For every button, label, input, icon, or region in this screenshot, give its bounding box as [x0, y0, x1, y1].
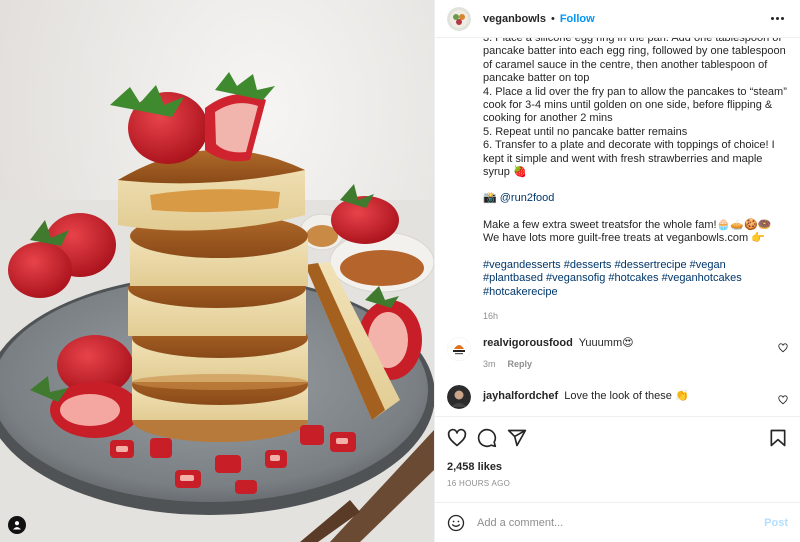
like-count[interactable]: 2,458 likes — [447, 461, 788, 473]
follow-button[interactable]: Follow — [560, 13, 595, 25]
post-header: veganbowls • Follow — [435, 0, 800, 38]
more-dot — [776, 17, 779, 20]
profile-photo-icon — [447, 384, 471, 409]
bookmark-icon[interactable] — [768, 428, 788, 448]
brand-logo-icon — [447, 336, 471, 361]
author-avatar[interactable] — [447, 6, 471, 31]
person-icon — [13, 521, 21, 530]
credit-mention-link[interactable]: @run2food — [500, 192, 555, 204]
comment-body: realvigorousfood Yuuumm😍 3m Reply — [483, 337, 788, 371]
comment-username[interactable]: jayhalfordchef — [483, 390, 558, 402]
post-comment-button[interactable]: Post — [764, 517, 788, 529]
post-actions: 2,458 likes 16 HOURS AGO — [435, 416, 800, 488]
post-time-ago[interactable]: 16 HOURS AGO — [447, 479, 788, 488]
comment-item: realvigorousfood Yuuumm😍 3m Reply — [447, 336, 788, 371]
comment-time[interactable]: 3m — [483, 358, 496, 371]
comment-composer: Post — [435, 502, 800, 542]
post-photo[interactable] — [0, 0, 434, 542]
heart-icon[interactable] — [447, 428, 467, 448]
author-username[interactable]: veganbowls — [483, 13, 546, 25]
veganbowls-avatar-icon — [447, 6, 471, 31]
caption-timestamp[interactable]: 16h — [447, 311, 788, 321]
comment-icon[interactable] — [477, 428, 497, 448]
comment-meta: 3m Reply — [483, 358, 788, 371]
reply-button[interactable]: Reply — [508, 358, 533, 371]
photo-credit: 📸 @run2food — [483, 192, 788, 205]
more-dot — [771, 17, 774, 20]
comment-like-heart-icon[interactable] — [778, 343, 788, 353]
comment-input[interactable] — [477, 516, 765, 529]
comment-text: Yuuumm😍 — [578, 336, 634, 349]
caption-step-6: 6. Transfer to a plate and decorate with… — [483, 139, 775, 179]
promo-text: Make a few extra sweet treatsfor the who… — [483, 218, 772, 245]
action-icons-row — [447, 425, 788, 451]
commenter-avatar[interactable] — [447, 336, 471, 361]
camera-emoji: 📸 — [483, 192, 497, 205]
separator-dot: • — [550, 12, 555, 25]
commenter-avatar[interactable] — [447, 384, 471, 409]
comment-item: jayhalfordchef Love the look of these 👏 — [447, 384, 788, 409]
more-options-button[interactable] — [767, 13, 788, 24]
pancake-stack-image — [0, 0, 434, 542]
comment-text: Love the look of these 👏 — [564, 389, 689, 402]
comment-body: jayhalfordchef Love the look of these 👏 — [483, 385, 788, 403]
comment-username[interactable]: realvigorousfood — [483, 337, 573, 349]
tagged-users-button[interactable] — [8, 516, 26, 534]
caption-step-5: 5. Repeat until no pancake batter remain… — [483, 125, 688, 138]
comment-like-heart-icon[interactable] — [778, 395, 788, 405]
post-caption: 3. Place a silicone egg ring in the pan.… — [447, 38, 788, 299]
hashtags-links[interactable]: #vegandesserts #desserts #dessertrecipe … — [483, 259, 788, 299]
share-icon[interactable] — [507, 428, 527, 448]
caption-step-4: 4. Place a lid over the fry pan to allow… — [483, 85, 787, 125]
emoji-picker-icon[interactable] — [447, 514, 465, 532]
caption-step-3: 3. Place a silicone egg ring in the pan.… — [483, 38, 786, 85]
more-dot — [781, 17, 784, 20]
post-details-panel: veganbowls • Follow 3. Place a silicone … — [434, 0, 800, 542]
comments-scroll-area[interactable]: 3. Place a silicone egg ring in the pan.… — [435, 38, 800, 416]
instagram-post-view: veganbowls • Follow 3. Place a silicone … — [0, 0, 800, 542]
